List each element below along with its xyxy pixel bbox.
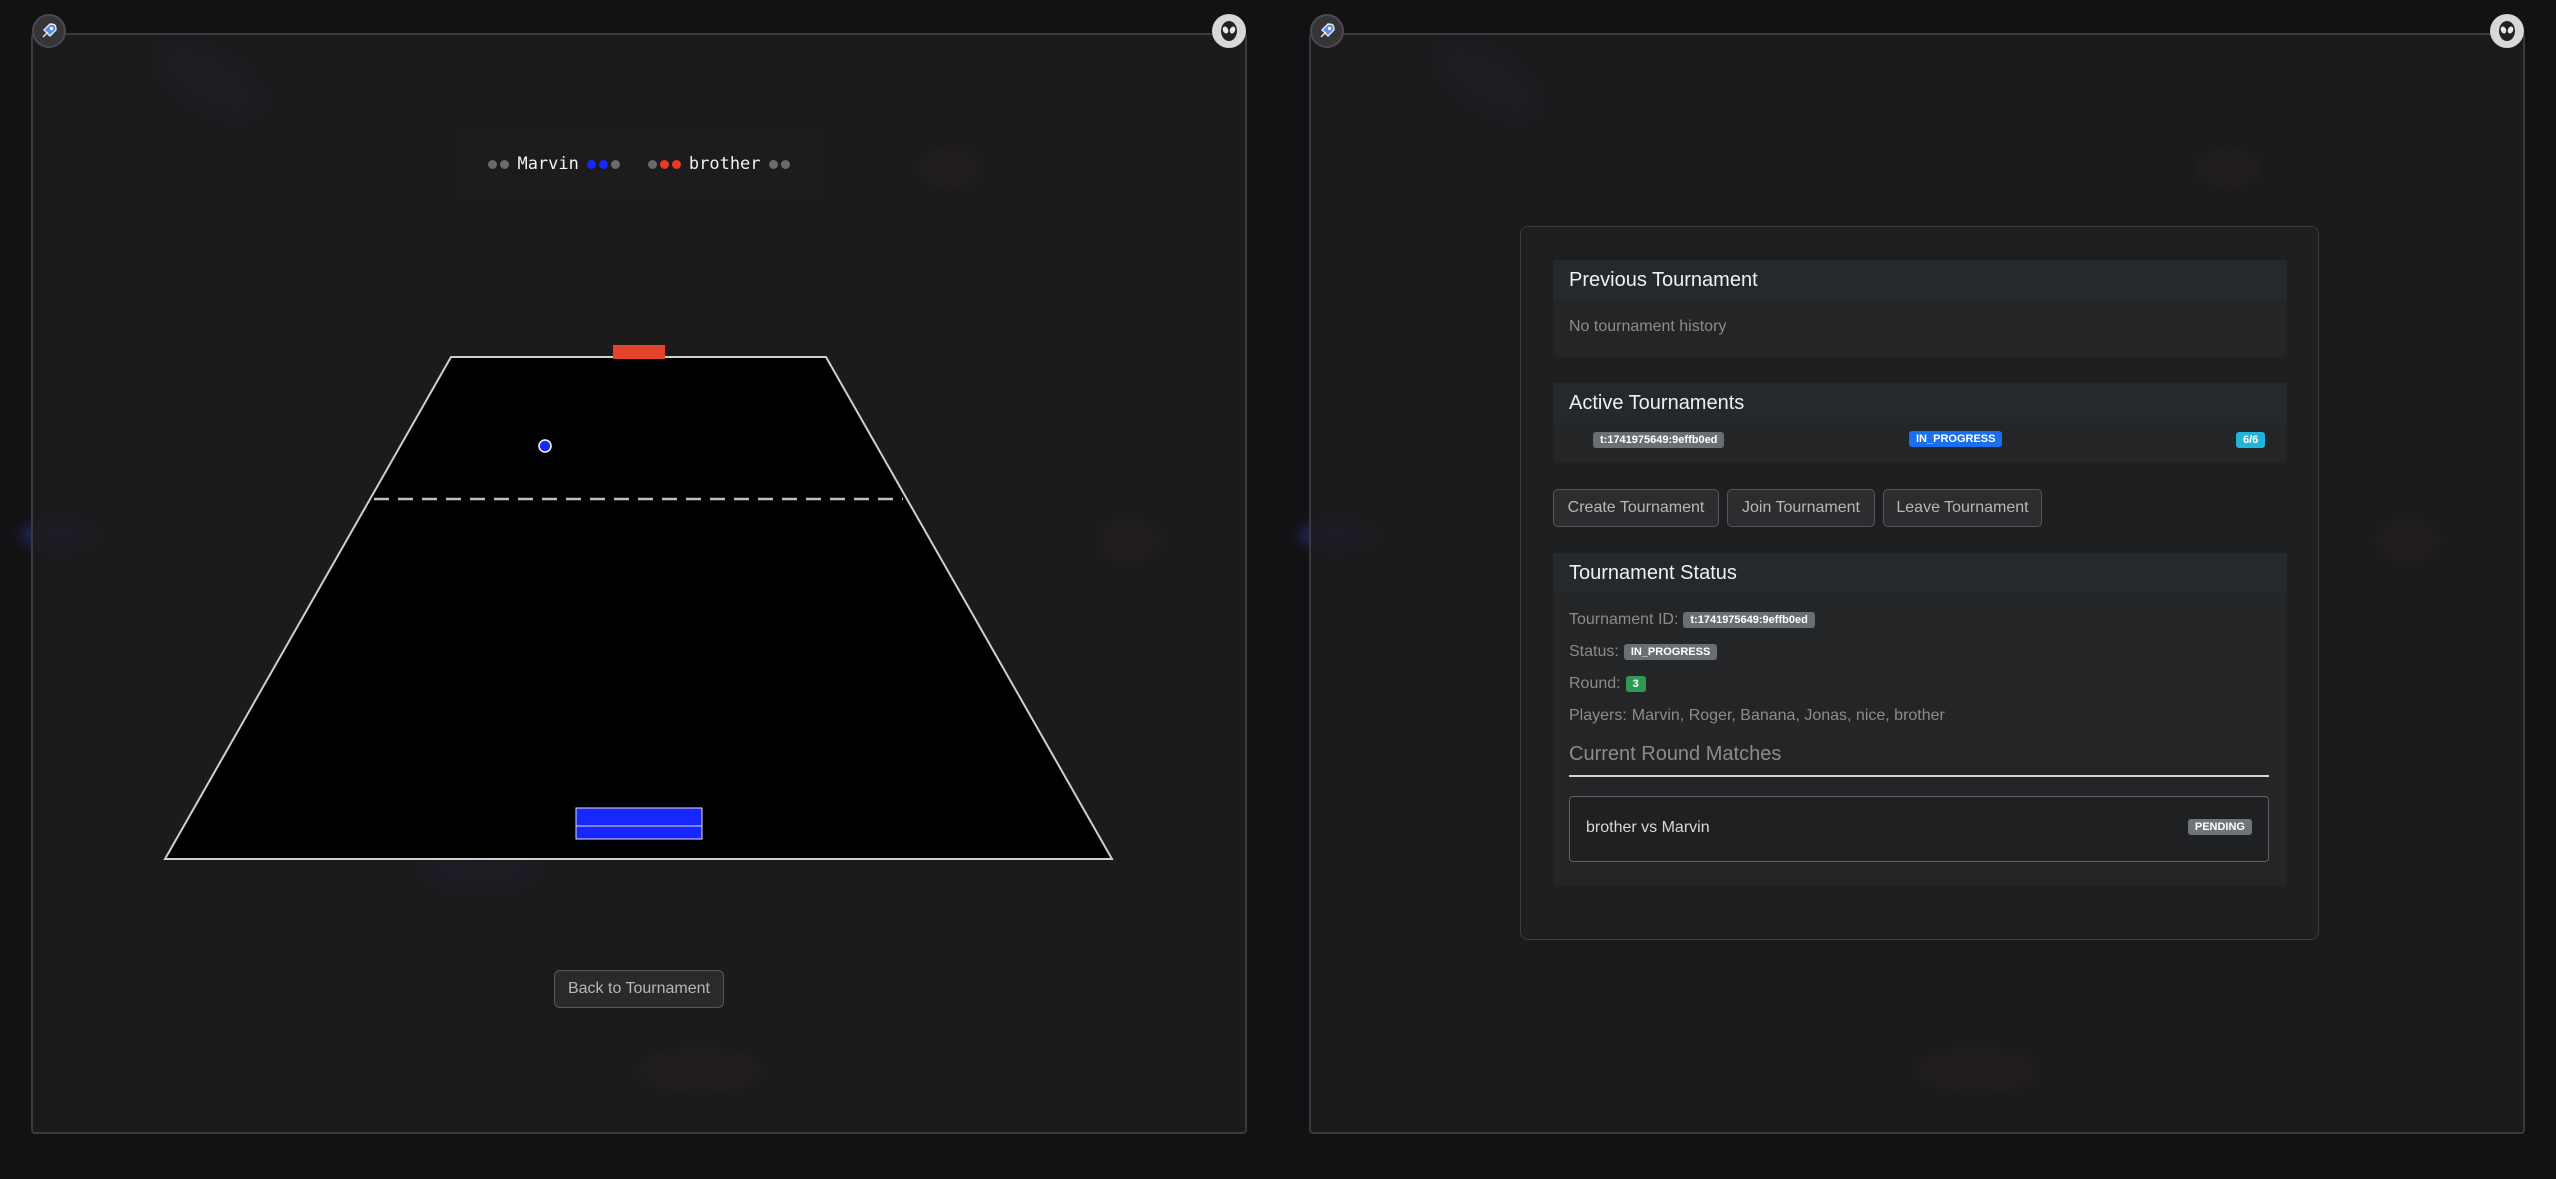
active-tournaments-title: Active Tournaments: [1553, 383, 2287, 423]
previous-tournament-section: Previous Tournament No tournament histor…: [1553, 260, 2287, 357]
active-tournament-row[interactable]: t:1741975649:9effb0ed IN_PROGRESS 6/6: [1553, 429, 2287, 453]
players-line: Players: Marvin, Roger, Banana, Jonas, n…: [1569, 707, 1945, 725]
join-tournament-button[interactable]: Join Tournament: [1727, 489, 1875, 527]
tournament-panel: Previous Tournament No tournament histor…: [1520, 226, 2319, 940]
players-label: Players:: [1569, 707, 1627, 724]
tournament-id-badge: t:1741975649:9effb0ed: [1593, 432, 1725, 448]
status-line: Status: IN_PROGRESS: [1569, 643, 1718, 661]
round-line: Round: 3: [1569, 675, 1646, 693]
tournament-id-value: t:1741975649:9effb0ed: [1683, 612, 1815, 628]
tournament-status-section: Tournament Status Tournament ID: t:17419…: [1553, 553, 2287, 886]
game-window: Marvin brother Back to Tournament: [0, 0, 1278, 1179]
opponent-paddle: [613, 345, 665, 359]
no-history-text: No tournament history: [1569, 318, 1727, 335]
alien-icon[interactable]: [2490, 14, 2524, 48]
match-label: brother vs Marvin: [1586, 819, 1710, 836]
leave-tournament-button[interactable]: Leave Tournament: [1883, 489, 2042, 527]
status-label: Status:: [1569, 643, 1619, 660]
player-paddle: [575, 807, 703, 840]
rocket-icon[interactable]: [1310, 14, 1344, 48]
ball: [538, 439, 552, 453]
match-card[interactable]: brother vs Marvin PENDING: [1569, 796, 2269, 862]
create-tournament-button[interactable]: Create Tournament: [1553, 489, 1719, 527]
game-court: [163, 356, 1114, 860]
match-status-badge: PENDING: [2187, 819, 2252, 835]
current-round-title: Current Round Matches: [1569, 743, 2269, 777]
previous-tournament-title: Previous Tournament: [1553, 260, 2287, 300]
player-count-badge: 6/6: [2236, 432, 2266, 448]
tournament-status-title: Tournament Status: [1553, 553, 2287, 593]
round-value-badge: 3: [1625, 676, 1646, 692]
players-value: Marvin, Roger, Banana, Jonas, nice, brot…: [1631, 707, 1945, 724]
back-to-tournament-button[interactable]: Back to Tournament: [554, 970, 724, 1008]
tournament-window: Previous Tournament No tournament histor…: [1278, 0, 2556, 1179]
status-value-badge: IN_PROGRESS: [1623, 644, 1718, 660]
tournament-id-line: Tournament ID: t:1741975649:9effb0ed: [1569, 611, 1815, 629]
tournament-id-label: Tournament ID:: [1569, 611, 1679, 628]
round-label: Round:: [1569, 675, 1621, 692]
status-badge: IN_PROGRESS: [1909, 431, 2003, 447]
active-tournaments-section: Active Tournaments t:1741975649:9effb0ed…: [1553, 383, 2287, 463]
